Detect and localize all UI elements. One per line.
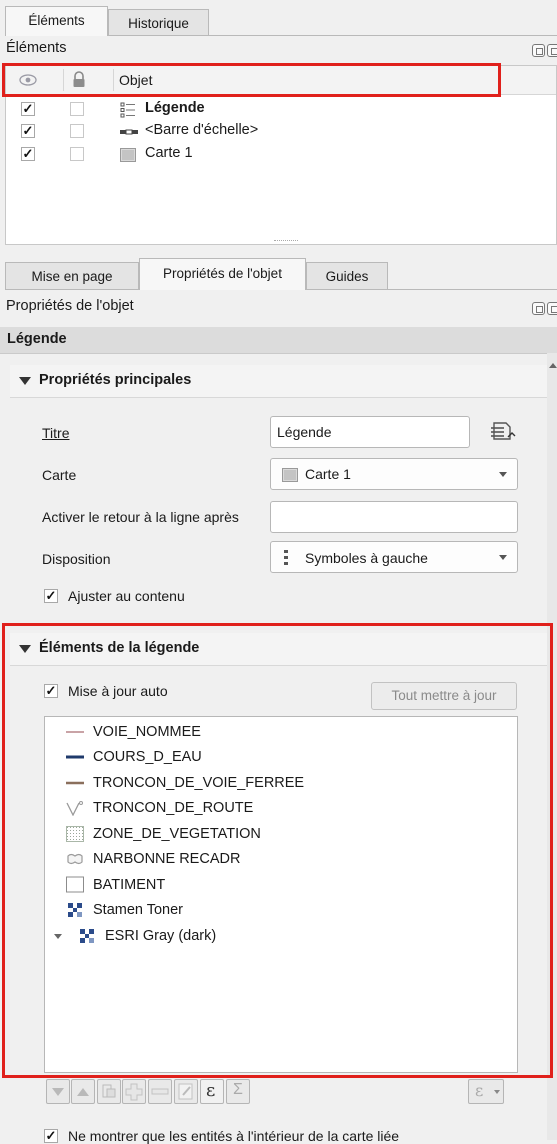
only-inside-map-checkbox[interactable]: ✓ [44, 1129, 58, 1143]
sum-icon: Σ [233, 1081, 243, 1098]
row-visible-checkbox[interactable]: ✓ [21, 124, 35, 138]
filter-expression-button[interactable]: ε [468, 1079, 504, 1104]
splitter-handle[interactable] [274, 240, 298, 243]
move-down-icon [52, 1088, 64, 1096]
tab-history[interactable]: Historique [108, 9, 209, 36]
chevron-down-icon [499, 555, 507, 560]
map-icon [282, 468, 298, 482]
highlight-header-box [2, 63, 501, 97]
map-label: Carte [42, 467, 77, 483]
legend-icon [120, 102, 135, 118]
row-lock-checkbox[interactable] [70, 147, 84, 161]
close-panel-button[interactable] [547, 44, 557, 57]
expression-icon: ε [206, 1080, 216, 1101]
remove-item-icon [151, 1088, 169, 1095]
row-lock-checkbox[interactable] [70, 102, 84, 116]
row-label-map[interactable]: Carte 1 [145, 145, 193, 161]
chevron-down-icon [19, 377, 31, 385]
add-group-button[interactable] [97, 1079, 121, 1104]
row-label-legend[interactable]: Légende [145, 100, 205, 116]
add-group-icon [102, 1084, 116, 1098]
edit-icon [178, 1083, 193, 1100]
tab-guides[interactable]: Guides [306, 262, 388, 290]
resize-to-contents-label: Ajuster au contenu [68, 588, 185, 604]
tab-elements[interactable]: Éléments [5, 6, 108, 36]
float-panel-button[interactable] [532, 44, 545, 57]
move-up-button[interactable] [71, 1079, 95, 1104]
object-name-bar: Légende [0, 327, 557, 354]
move-up-icon [77, 1088, 89, 1096]
main-properties-header[interactable]: Propriétés principales [10, 365, 547, 398]
chevron-down-icon [499, 472, 507, 477]
resize-to-contents-checkbox[interactable]: ✓ [44, 589, 58, 603]
edit-text-icon[interactable] [490, 419, 516, 443]
title-label: Titre [42, 425, 70, 441]
map-icon [120, 148, 136, 162]
filter-expression-icon: ε [475, 1081, 484, 1100]
row-lock-checkbox[interactable] [70, 124, 84, 138]
row-visible-checkbox[interactable]: ✓ [21, 147, 35, 161]
add-item-icon [125, 1083, 143, 1101]
chevron-down-icon [494, 1090, 500, 1094]
map-combo[interactable]: Carte 1 [270, 458, 518, 490]
symbols-left-icon [284, 550, 288, 565]
tab-item-properties[interactable]: Propriétés de l'objet [139, 258, 306, 290]
tab-bar-line [306, 289, 557, 290]
layout-label: Disposition [42, 551, 111, 567]
highlight-legend-items-box [2, 623, 553, 1078]
main-properties-title: Propriétés principales [39, 372, 192, 388]
scale-bar-icon [120, 129, 138, 135]
items-panel-title: Éléments [6, 40, 67, 56]
tab-bar-line [5, 289, 139, 290]
close-panel-button[interactable] [547, 302, 557, 315]
tab-bar-line [108, 35, 557, 36]
only-inside-map-label: Ne montrer que les entités à l'intérieur… [68, 1128, 400, 1144]
scroll-up-arrow[interactable] [549, 363, 557, 368]
wrap-input[interactable] [270, 501, 518, 533]
layout-combo-value: Symboles à gauche [305, 550, 428, 566]
layout-combo[interactable]: Symboles à gauche [270, 541, 518, 573]
edit-item-button[interactable] [174, 1079, 198, 1104]
expression-button[interactable]: ε [200, 1079, 224, 1104]
row-label-scale-bar[interactable]: <Barre d'échelle> [145, 122, 258, 138]
move-down-button[interactable] [46, 1079, 70, 1104]
add-item-button[interactable] [122, 1079, 146, 1104]
remove-item-button[interactable] [148, 1079, 172, 1104]
object-name: Légende [7, 331, 67, 347]
map-combo-value: Carte 1 [305, 466, 351, 482]
row-visible-checkbox[interactable]: ✓ [21, 102, 35, 116]
properties-panel-title: Propriétés de l'objet [6, 298, 134, 314]
float-panel-button[interactable] [532, 302, 545, 315]
tab-page-layout[interactable]: Mise en page [5, 262, 139, 290]
title-input[interactable]: Légende [270, 416, 470, 448]
wrap-label: Activer le retour à la ligne après [42, 509, 239, 525]
sum-button[interactable]: Σ [226, 1079, 250, 1104]
